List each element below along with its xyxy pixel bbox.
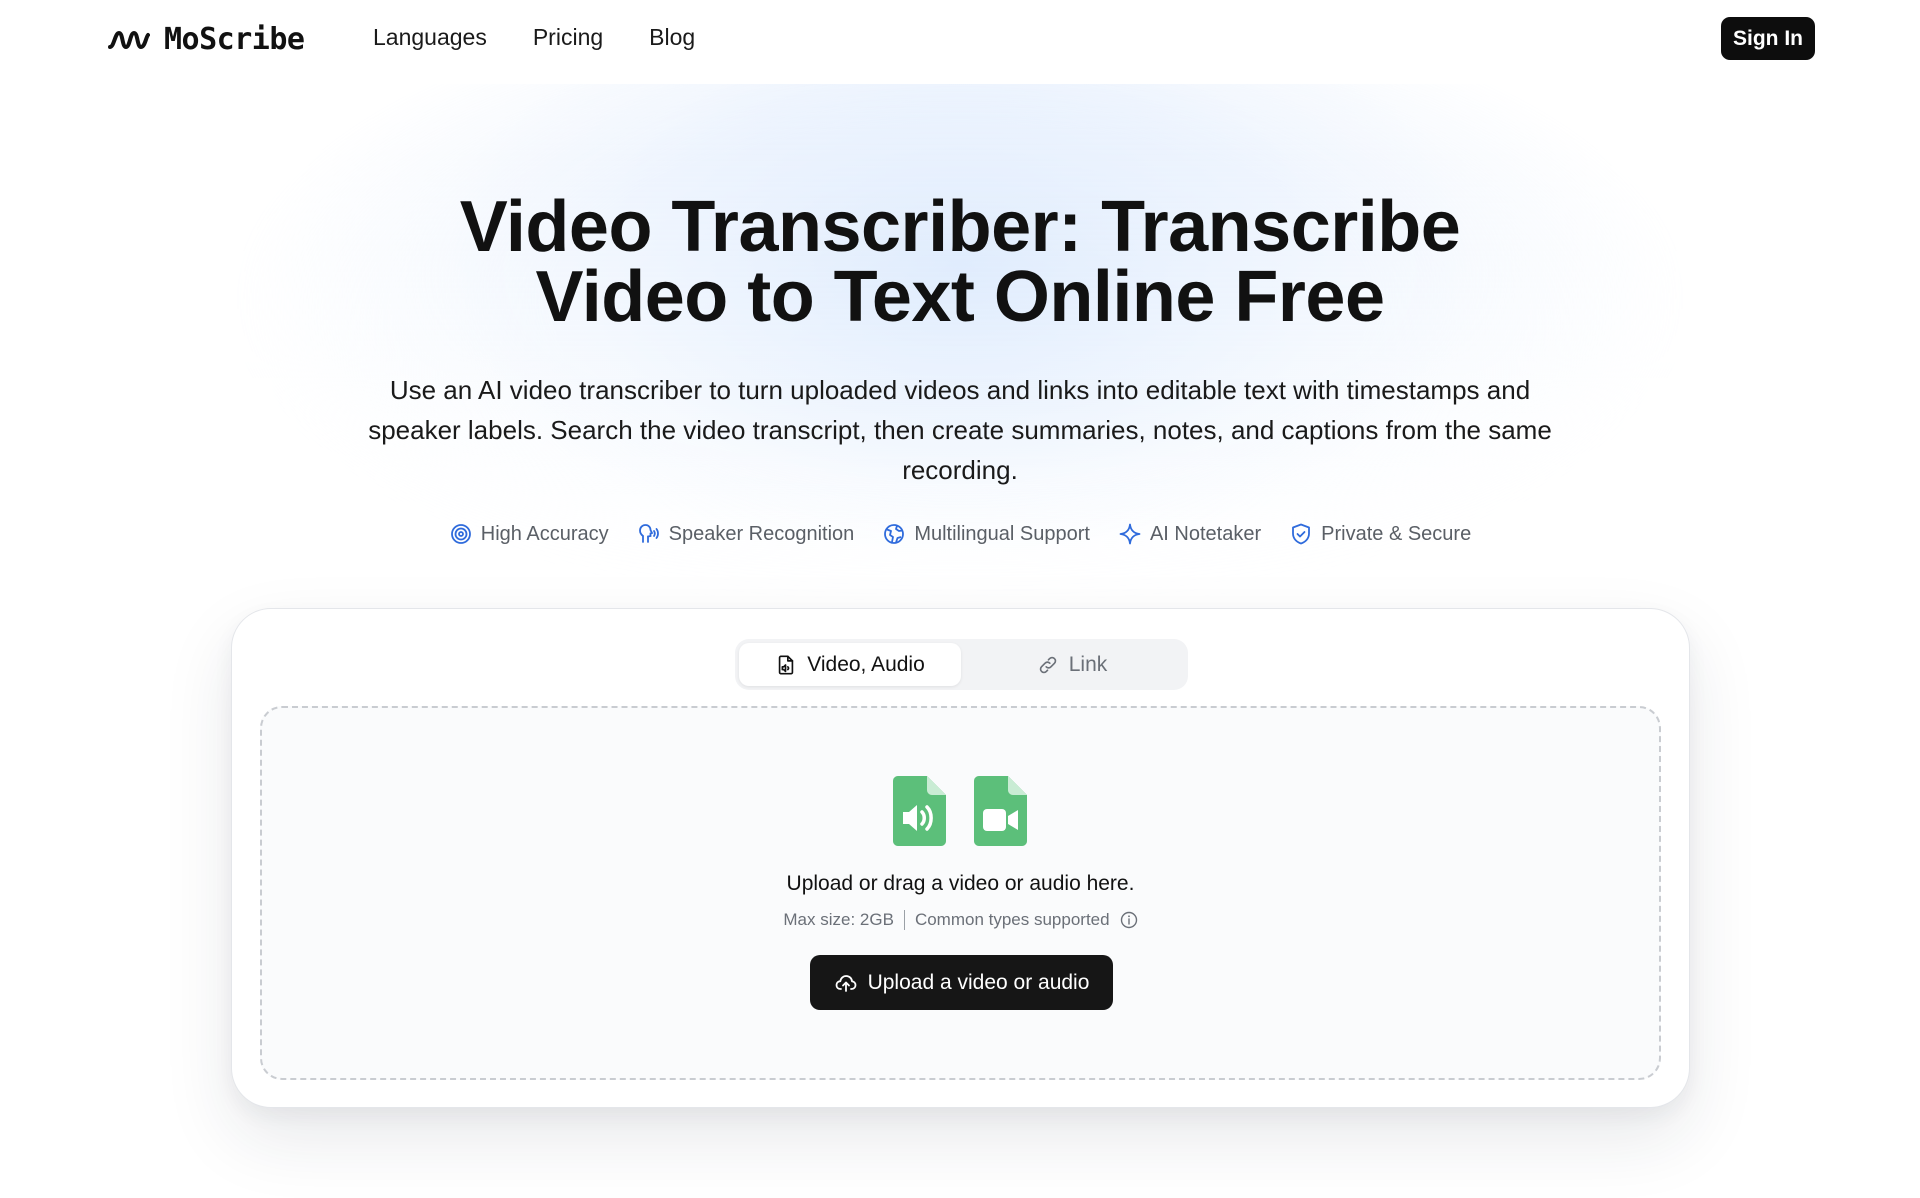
feature-speaker-recognition: Speaker Recognition xyxy=(637,522,855,546)
shield-check-icon xyxy=(1292,523,1311,545)
upload-button[interactable]: Upload a video or audio xyxy=(810,955,1113,1010)
audio-file-icon xyxy=(893,776,946,846)
feature-label: AI Notetaker xyxy=(1149,522,1262,545)
feature-label: High Accuracy xyxy=(480,522,609,545)
nav-item-languages[interactable]: Languages xyxy=(373,24,487,51)
tab-label: Link xyxy=(1068,652,1108,676)
feature-multilingual-support: Multilingual Support xyxy=(882,522,1090,546)
drop-instructions: Upload or drag a video or audio here. xyxy=(786,872,1135,895)
upload-dropzone[interactable]: Upload or drag a video or audio here. Ma… xyxy=(260,706,1661,1080)
speaker-voice-icon xyxy=(638,524,659,543)
upload-button-label: Upload a video or audio xyxy=(867,970,1090,994)
file-audio-icon xyxy=(778,654,794,675)
globe-icon xyxy=(884,524,905,544)
brand-logo[interactable]: MoScribe xyxy=(108,22,305,57)
hero-subtitle: Use an AI video transcriber to turn uplo… xyxy=(368,375,1552,485)
upload-tabs: Video, Audio Link xyxy=(735,639,1188,690)
wave-logo-icon xyxy=(108,30,150,49)
main-nav: Languages Pricing Blog xyxy=(373,24,695,51)
info-icon[interactable] xyxy=(1120,911,1138,929)
link-icon xyxy=(1039,656,1057,673)
meta-divider xyxy=(903,910,905,930)
site-header: MoScribe Languages Pricing Blog Sign In xyxy=(0,0,1920,78)
supported-types-text: Common types supported xyxy=(914,910,1110,929)
nav-item-pricing[interactable]: Pricing xyxy=(533,24,603,51)
feature-label: Multilingual Support xyxy=(914,522,1090,545)
feature-label: Speaker Recognition xyxy=(668,522,855,545)
sign-in-button[interactable]: Sign In xyxy=(1721,17,1815,60)
page-title: Video Transcriber: Transcribe Video to T… xyxy=(459,187,1461,337)
upload-card: Video, Audio Link Upload or drag a video… xyxy=(231,608,1690,1108)
upload-limits: Max size: 2GB Common types supported xyxy=(262,910,1659,930)
page: MoScribe Languages Pricing Blog Sign In … xyxy=(0,0,1920,1198)
file-type-icons xyxy=(893,776,1027,846)
nav-item-blog[interactable]: Blog xyxy=(649,24,695,51)
sparkle-icon xyxy=(1119,523,1141,545)
target-icon xyxy=(450,524,471,544)
tab-video-audio[interactable]: Video, Audio xyxy=(739,643,961,686)
feature-high-accuracy: High Accuracy xyxy=(449,522,609,546)
tab-link[interactable]: Link xyxy=(961,643,1183,686)
tab-label: Video, Audio xyxy=(807,652,925,676)
cloud-upload-icon xyxy=(835,974,856,992)
feature-private-secure: Private & Secure xyxy=(1289,522,1471,546)
feature-label: Private & Secure xyxy=(1321,522,1472,545)
feature-ai-notetaker: AI Notetaker xyxy=(1118,522,1261,546)
max-size-text: Max size: 2GB xyxy=(783,910,894,929)
brand-name: MoScribe xyxy=(164,22,305,57)
video-file-icon xyxy=(974,776,1027,846)
feature-list: High Accuracy Speaker Recognition Multil… xyxy=(0,522,1920,546)
